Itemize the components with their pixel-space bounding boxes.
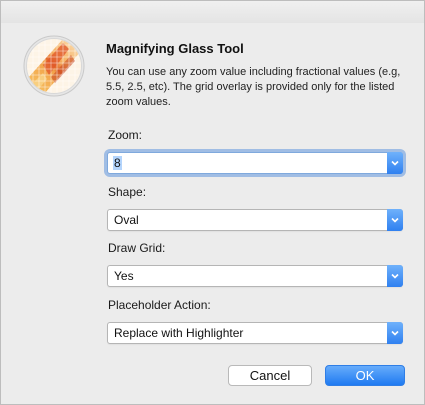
chevron-down-icon (391, 273, 399, 279)
dialog-title: Magnifying Glass Tool (106, 41, 244, 56)
zoom-value: 8 (113, 156, 122, 170)
zoom-dropdown-arrow[interactable] (387, 152, 403, 174)
draw-grid-dropdown-arrow[interactable] (387, 265, 403, 287)
ok-button[interactable]: OK (325, 365, 405, 386)
draw-grid-select[interactable]: Yes (107, 265, 403, 287)
placeholder-action-select[interactable]: Replace with Highlighter (107, 322, 403, 344)
shape-label: Shape: (108, 185, 147, 199)
window-titlebar[interactable] (1, 1, 424, 23)
placeholder-action-label: Placeholder Action: (108, 298, 211, 312)
draw-grid-label: Draw Grid: (108, 241, 166, 255)
cancel-button[interactable]: Cancel (228, 365, 312, 386)
zoom-select[interactable]: 8 (107, 152, 403, 174)
shape-value: Oval (114, 213, 139, 227)
shape-select[interactable]: Oval (107, 209, 403, 231)
placeholder-action-value: Replace with Highlighter (114, 326, 244, 340)
placeholder-action-dropdown-arrow[interactable] (387, 322, 403, 344)
chevron-down-icon (391, 217, 399, 223)
shape-dropdown-arrow[interactable] (387, 209, 403, 231)
zoom-label: Zoom: (108, 128, 143, 142)
magnifying-glass-dialog: Magnifying Glass Tool You can use any zo… (0, 0, 425, 405)
dialog-description: You can use any zoom value including fra… (106, 66, 401, 108)
magnifying-glass-grid-icon (23, 35, 85, 97)
draw-grid-value: Yes (114, 269, 134, 283)
chevron-down-icon (391, 160, 399, 166)
chevron-down-icon (391, 330, 399, 336)
